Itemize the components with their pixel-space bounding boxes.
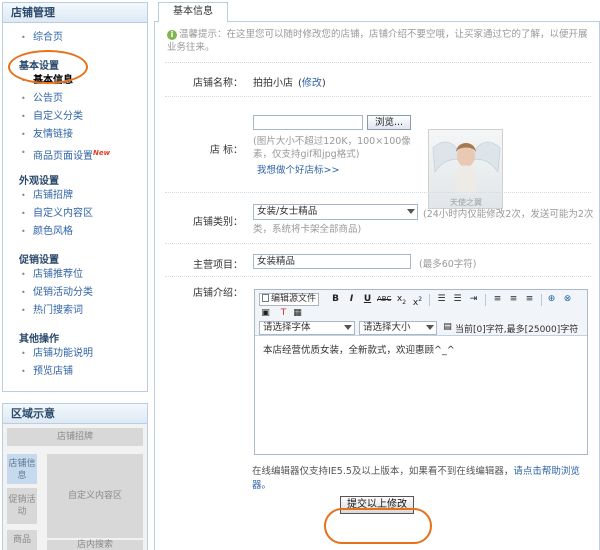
document-icon	[262, 294, 269, 302]
browse-button[interactable]: 浏览...	[367, 115, 411, 130]
region-diagram-panel: 区域示意 店铺招牌 店铺信息 促销活动 自定义内容区 店内搜索 商品	[2, 403, 148, 550]
region-promo: 促销活动	[7, 488, 37, 524]
bold-button[interactable]: B	[329, 293, 342, 306]
editor-toolbar: 编辑源文件 B I U ABC x2 x2 ☰ ☰ ⇥ ≡ ≡ ≡ ⊕ ⊗ ▣ …	[255, 290, 587, 336]
sidebar-item-promo-category[interactable]: • 促销活动分类	[3, 284, 147, 302]
region-custom: 自定义内容区	[47, 454, 143, 538]
sidebar-item-custom-content[interactable]: • 自定义内容区	[3, 205, 147, 223]
sidebar-item-overview[interactable]: • 综合页	[3, 29, 147, 47]
region-store-info: 店铺信息	[7, 454, 37, 484]
editor-content[interactable]: 本店经营优质女装，全新款式，欢迎惠顾^_^	[263, 342, 455, 356]
region-goods: 商品	[7, 530, 37, 550]
remove-link-icon[interactable]: ⊗	[561, 293, 574, 306]
logo-hint-2: 素，仅支持gif和jpg格式)	[253, 149, 360, 160]
editor-footer-note: 在线编辑器仅支持IE5.5及以上版本，如果看不到在线编辑器，请点击帮助浏览器。	[252, 466, 580, 491]
store-name-edit-wrap: (修改)	[298, 78, 326, 89]
insert-link-icon[interactable]: ⊕	[545, 293, 558, 306]
category-hint-2: 类，系统将卡架全部商品)	[253, 224, 362, 235]
sidebar-item-color-style[interactable]: • 颜色风格	[3, 223, 147, 241]
ordered-list-icon[interactable]: ☰	[435, 293, 448, 306]
info-icon: i	[167, 29, 177, 40]
sidebar-item-friend-links[interactable]: • 友情链接	[3, 126, 147, 144]
main-project-input[interactable]: 女装精品	[253, 254, 411, 269]
superscript-button[interactable]: x2	[411, 293, 424, 308]
unordered-list-icon[interactable]: ☰	[451, 293, 464, 306]
intro-label: 店铺介绍：	[193, 288, 243, 299]
new-badge: New	[93, 149, 111, 157]
sidebar-item-basic-info[interactable]: • 基本信息	[3, 72, 147, 90]
store-management-title: 店铺管理	[3, 3, 147, 23]
sidebar-item-announcement[interactable]: • 公告页	[3, 90, 147, 108]
store-management-panel: 店铺管理 • 综合页 基本设置 • 基本信息 • 公告页 • 自定义分类 • 友情链接 •…	[2, 2, 148, 392]
group-title-basic: 基本设置	[19, 61, 59, 72]
logo-label: 店 标：	[209, 145, 243, 156]
align-center-icon[interactable]: ≡	[507, 293, 520, 306]
region-banner: 店铺招牌	[7, 428, 143, 446]
region-diagram: 店铺招牌 店铺信息 促销活动 自定义内容区 店内搜索 商品	[3, 424, 147, 550]
source-button[interactable]: 编辑源文件	[259, 293, 320, 306]
chevron-down-icon	[407, 209, 415, 214]
sidebar: 店铺管理 • 综合页 基本设置 • 基本信息 • 公告页 • 自定义分类 • 友情链接 •…	[0, 0, 150, 550]
logo-preview-image: 天使之翼	[428, 129, 503, 209]
store-name-label: 店铺名称：	[193, 78, 243, 89]
chevron-down-icon	[426, 325, 434, 330]
region-diagram-title: 区域示意	[3, 404, 147, 424]
underline-button[interactable]: U	[361, 293, 374, 306]
notice-text: i 温馨提示：在这里您可以随时修改您的店铺，店铺介绍不要空哦，让买家通过它的了解，…	[167, 29, 588, 53]
text-color-icon[interactable]: T	[277, 307, 290, 320]
align-left-icon[interactable]: ≡	[491, 293, 504, 306]
store-name-value: 拍拍小店	[253, 78, 293, 89]
region-search: 店内搜索	[47, 540, 143, 550]
tab-basic-info[interactable]: 基本信息	[158, 2, 228, 23]
logo-help-link[interactable]: 我想做个好店标>>	[257, 162, 339, 176]
main-area: 基本信息 i 温馨提示：在这里您可以随时修改您的店铺，店铺介绍不要空哦，让买家通过…	[154, 0, 600, 550]
indent-icon[interactable]: ⇥	[467, 293, 480, 306]
category-hint-1: (24小时内仅能修改2次，发送可能为2次	[423, 209, 594, 220]
char-counter: 当前[0]字符,最多[25000]字符	[455, 325, 579, 335]
tab-strip: 基本信息	[154, 0, 600, 23]
font-size-select[interactable]: 请选择大小	[359, 321, 437, 335]
group-title-appearance: 外观设置	[19, 176, 59, 187]
table-icon[interactable]: ▦	[291, 307, 304, 320]
sidebar-item-hot-search[interactable]: • 热门搜索词	[3, 302, 147, 320]
rich-text-editor[interactable]: 编辑源文件 B I U ABC x2 x2 ☰ ☰ ⇥ ≡ ≡ ≡ ⊕ ⊗ ▣ …	[254, 289, 588, 455]
sidebar-item-custom-category[interactable]: • 自定义分类	[3, 108, 147, 126]
image-icon[interactable]: ▣	[259, 307, 272, 320]
group-title-other: 其他操作	[19, 334, 59, 345]
logo-hint-1: (图片大小不超过120K，100×100像	[253, 136, 411, 147]
main-project-label: 主营项目：	[193, 260, 243, 271]
chevron-down-icon	[344, 325, 352, 330]
group-title-promotion: 促销设置	[19, 255, 59, 266]
sidebar-item-product-page[interactable]: • 商品页面设置New	[3, 144, 147, 162]
align-right-icon[interactable]: ≡	[523, 293, 536, 306]
store-name-edit-link[interactable]: 修改	[302, 78, 322, 89]
sidebar-item-recommend-slot[interactable]: • 店铺推荐位	[3, 266, 147, 284]
submit-area: 提交以上修改	[340, 496, 414, 514]
font-family-select[interactable]: 请选择字体	[259, 321, 355, 335]
sidebar-item-function-help[interactable]: • 店铺功能说明	[3, 345, 147, 363]
subscript-button[interactable]: x2	[395, 293, 408, 306]
submit-button[interactable]: 提交以上修改	[340, 496, 414, 514]
italic-button[interactable]: I	[345, 293, 358, 306]
category-select[interactable]: 女装/女士精品	[253, 204, 418, 220]
category-label: 店铺类别：	[193, 217, 243, 228]
main-project-hint: (最多60字符)	[419, 259, 477, 270]
sidebar-item-store-banner[interactable]: • 店铺招牌	[3, 187, 147, 205]
format-icon[interactable]: ▤	[441, 321, 454, 334]
sidebar-item-preview-store[interactable]: • 预览店铺	[3, 363, 147, 381]
strikethrough-button[interactable]: ABC	[377, 293, 391, 306]
logo-file-path-input[interactable]	[253, 115, 363, 130]
